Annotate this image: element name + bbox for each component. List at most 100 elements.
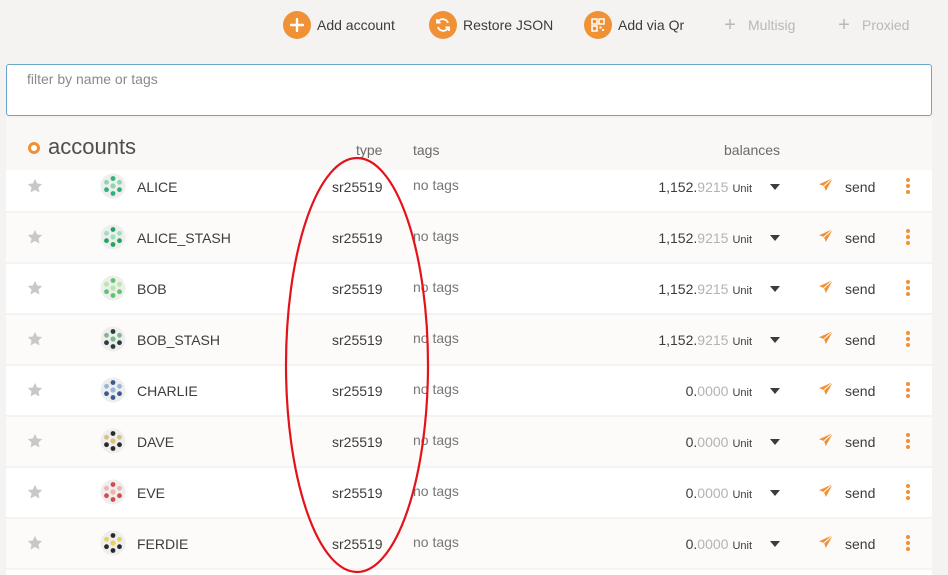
paper-plane-icon[interactable] bbox=[818, 177, 834, 193]
star-icon[interactable] bbox=[26, 483, 44, 501]
caret-down-icon[interactable] bbox=[770, 387, 780, 395]
balance-decimal: 9215 bbox=[697, 230, 729, 246]
balance-integer: 1,152. bbox=[658, 281, 698, 297]
balance-integer: 1,152. bbox=[658, 179, 698, 195]
multisig-button[interactable]: + Multisig bbox=[720, 11, 795, 39]
balance-decimal: 0000 bbox=[697, 485, 729, 501]
balance-integer: 0. bbox=[685, 536, 698, 552]
restore-json-label: Restore JSON bbox=[463, 17, 554, 33]
star-icon[interactable] bbox=[26, 432, 44, 450]
identicon-icon[interactable] bbox=[100, 173, 126, 199]
send-button[interactable]: send bbox=[845, 383, 875, 399]
account-row: BOB_STASH sr25519 no tags 1,152. 9215 Unit sen… bbox=[6, 315, 932, 366]
account-name[interactable]: ALICE_STASH bbox=[137, 230, 231, 246]
more-options-icon[interactable] bbox=[906, 178, 912, 194]
add-account-button[interactable]: Add account bbox=[283, 11, 395, 39]
qrcode-icon bbox=[584, 11, 612, 39]
send-button[interactable]: send bbox=[845, 281, 875, 297]
balance-unit: Unit bbox=[732, 285, 752, 297]
proxied-button[interactable]: + Proxied bbox=[834, 11, 909, 39]
send-button[interactable]: send bbox=[845, 332, 875, 348]
balance-unit: Unit bbox=[732, 183, 752, 195]
account-name[interactable]: BOB bbox=[137, 281, 167, 297]
balance-decimal: 9215 bbox=[697, 179, 729, 195]
paper-plane-icon[interactable] bbox=[818, 330, 834, 346]
account-name[interactable]: ALICE bbox=[137, 179, 177, 195]
account-balance: 0. 0000 Unit bbox=[686, 383, 752, 399]
sync-icon bbox=[429, 11, 457, 39]
account-name[interactable]: CHARLIE bbox=[137, 383, 198, 399]
toolbar: Add account Restore JSON Add via Qr + Mu… bbox=[0, 0, 948, 52]
more-options-icon[interactable] bbox=[906, 484, 912, 500]
account-balance: 1,152. 9215 Unit bbox=[658, 332, 752, 348]
paper-plane-icon[interactable] bbox=[818, 279, 834, 295]
balance-decimal: 0000 bbox=[697, 383, 729, 399]
more-options-icon[interactable] bbox=[906, 382, 912, 398]
more-options-icon[interactable] bbox=[906, 280, 912, 296]
send-button[interactable]: send bbox=[845, 485, 875, 501]
star-icon[interactable] bbox=[26, 228, 44, 246]
balance-decimal: 0000 bbox=[697, 434, 729, 450]
plus-icon bbox=[283, 11, 311, 39]
caret-down-icon[interactable] bbox=[770, 489, 780, 497]
balance-decimal: 9215 bbox=[697, 281, 729, 297]
account-type: sr25519 bbox=[332, 332, 383, 348]
identicon-icon[interactable] bbox=[100, 275, 126, 301]
more-options-icon[interactable] bbox=[906, 535, 912, 551]
star-icon[interactable] bbox=[26, 381, 44, 399]
star-icon[interactable] bbox=[26, 279, 44, 297]
caret-down-icon[interactable] bbox=[770, 183, 780, 191]
account-tags[interactable]: no tags bbox=[413, 381, 459, 397]
identicon-icon[interactable] bbox=[100, 428, 126, 454]
account-tags[interactable]: no tags bbox=[413, 228, 459, 244]
multisig-label: Multisig bbox=[748, 17, 796, 33]
paper-plane-icon[interactable] bbox=[818, 432, 834, 448]
more-options-icon[interactable] bbox=[906, 433, 912, 449]
identicon-icon[interactable] bbox=[100, 479, 126, 505]
paper-plane-icon[interactable] bbox=[818, 381, 834, 397]
account-type: sr25519 bbox=[332, 383, 383, 399]
balances-column-header: balances bbox=[724, 142, 781, 158]
balance-decimal: 0000 bbox=[697, 536, 729, 552]
account-name[interactable]: DAVE bbox=[137, 434, 174, 450]
more-options-icon[interactable] bbox=[906, 331, 912, 347]
add-account-label: Add account bbox=[317, 17, 395, 33]
star-icon[interactable] bbox=[26, 330, 44, 348]
star-icon[interactable] bbox=[26, 177, 44, 195]
identicon-icon[interactable] bbox=[100, 530, 126, 556]
account-row: FERDIE sr25519 no tags 0. 0000 Unit send bbox=[6, 519, 932, 570]
balance-unit: Unit bbox=[732, 438, 752, 450]
send-button[interactable]: send bbox=[845, 230, 875, 246]
paper-plane-icon[interactable] bbox=[818, 483, 834, 499]
account-tags[interactable]: no tags bbox=[413, 330, 459, 346]
send-button[interactable]: send bbox=[845, 179, 875, 195]
account-type: sr25519 bbox=[332, 434, 383, 450]
account-tags[interactable]: no tags bbox=[413, 534, 459, 550]
send-button[interactable]: send bbox=[845, 434, 875, 450]
paper-plane-icon[interactable] bbox=[818, 534, 834, 550]
caret-down-icon[interactable] bbox=[770, 438, 780, 446]
filter-input[interactable] bbox=[7, 65, 931, 115]
account-name[interactable]: EVE bbox=[137, 485, 165, 501]
account-tags[interactable]: no tags bbox=[413, 483, 459, 499]
caret-down-icon[interactable] bbox=[770, 336, 780, 344]
more-options-icon[interactable] bbox=[906, 229, 912, 245]
identicon-icon[interactable] bbox=[100, 326, 126, 352]
identicon-icon[interactable] bbox=[100, 224, 126, 250]
restore-json-button[interactable]: Restore JSON bbox=[429, 11, 553, 39]
account-tags[interactable]: no tags bbox=[413, 177, 459, 193]
account-name[interactable]: FERDIE bbox=[137, 536, 188, 552]
caret-down-icon[interactable] bbox=[770, 234, 780, 242]
paper-plane-icon[interactable] bbox=[818, 228, 834, 244]
account-row: CHARLIE sr25519 no tags 0. 0000 Unit send bbox=[6, 366, 932, 417]
plus-icon: + bbox=[724, 14, 736, 36]
identicon-icon[interactable] bbox=[100, 377, 126, 403]
caret-down-icon[interactable] bbox=[770, 540, 780, 548]
account-name[interactable]: BOB_STASH bbox=[137, 332, 220, 348]
account-tags[interactable]: no tags bbox=[413, 279, 459, 295]
add-via-qr-button[interactable]: Add via Qr bbox=[584, 11, 684, 39]
account-tags[interactable]: no tags bbox=[413, 432, 459, 448]
caret-down-icon[interactable] bbox=[770, 285, 780, 293]
star-icon[interactable] bbox=[26, 534, 44, 552]
send-button[interactable]: send bbox=[845, 536, 875, 552]
